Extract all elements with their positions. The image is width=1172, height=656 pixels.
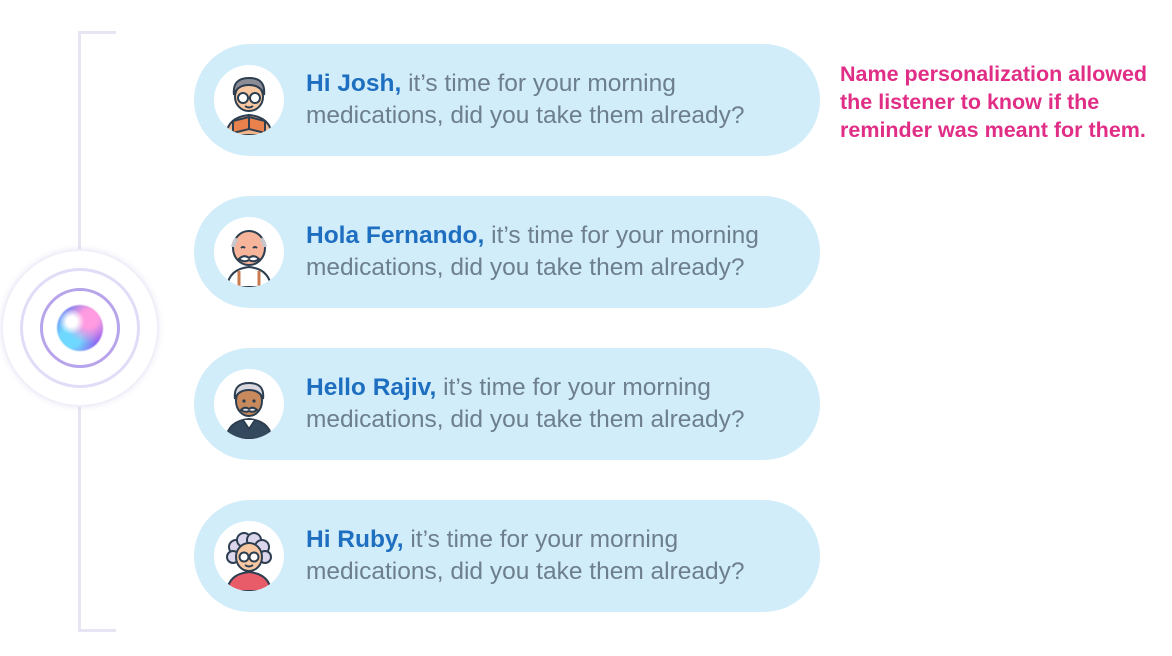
voice-assistant-orb xyxy=(0,248,160,408)
message-text: Hi Josh, it’s time for your morning medi… xyxy=(306,68,806,132)
voice-assistant-orb-icon xyxy=(57,305,103,351)
man-gray-hair-mustache-icon xyxy=(214,369,284,439)
recipient-name: Hi Ruby, xyxy=(306,526,404,553)
recipient-name: Hi Josh, xyxy=(306,70,402,97)
recipient-name: Hola Fernando, xyxy=(306,222,485,249)
message-text: Hello Rajiv, it’s time for your morning … xyxy=(306,372,806,436)
recipient-name: Hello Rajiv, xyxy=(306,374,437,401)
message-bubble-josh: Hi Josh, it’s time for your morning medi… xyxy=(194,44,820,156)
message-bubble-ruby: Hi Ruby, it’s time for your morning medi… xyxy=(194,500,820,612)
annotation-text: Name personalization allowed the listene… xyxy=(840,62,1148,142)
bald-man-mustache-icon xyxy=(214,217,284,287)
woman-curly-gray-hair-icon xyxy=(214,521,284,591)
man-glasses-reading-icon xyxy=(214,65,284,135)
message-text: Hi Ruby, it’s time for your morning medi… xyxy=(306,524,806,588)
orb-inner-ring xyxy=(40,288,120,368)
message-text: Hola Fernando, it’s time for your mornin… xyxy=(306,220,806,284)
message-bubble-fernando: Hola Fernando, it’s time for your mornin… xyxy=(194,196,820,308)
message-bubble-rajiv: Hello Rajiv, it’s time for your morning … xyxy=(194,348,820,460)
